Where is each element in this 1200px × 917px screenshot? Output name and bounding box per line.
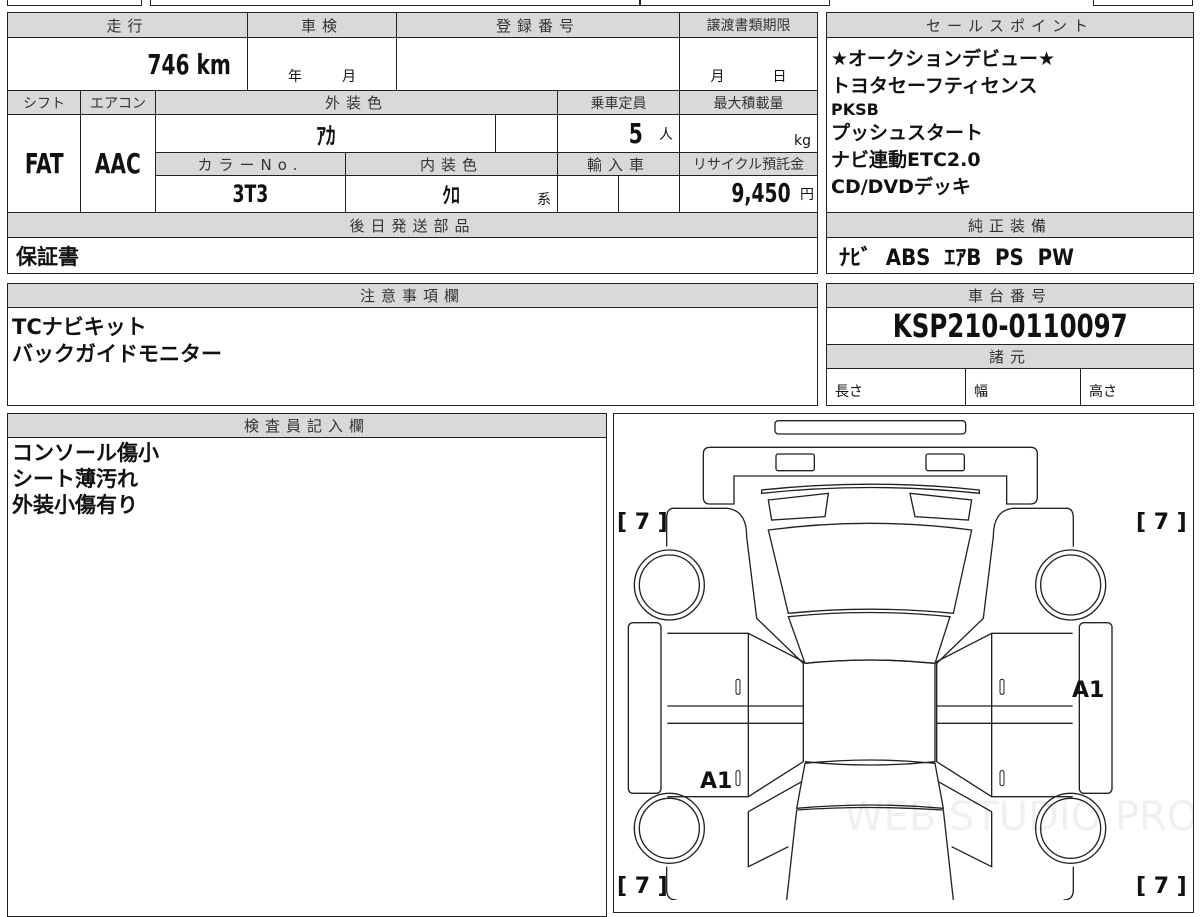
registration-value: [396, 37, 680, 91]
exterior-color-label: 外装色: [155, 90, 558, 115]
inspector-notes: コンソール傷小 シート薄汚れ 外装小傷有り: [7, 437, 607, 917]
notes-label: 注意事項欄: [7, 283, 818, 308]
month-unit: 月: [342, 69, 356, 85]
sales-point: プッシュスタート: [831, 122, 984, 144]
month-unit: 月: [710, 69, 725, 85]
length-cell: 長さ: [826, 368, 966, 406]
inspector-label: 検査員記入欄: [7, 413, 607, 438]
ac-text: AAC: [94, 147, 141, 180]
chassis-number: KSP210-0110097: [826, 307, 1194, 345]
day-unit: 日: [772, 69, 787, 85]
sales-point: ナビ連動ETC2.0: [831, 149, 981, 171]
recycle-value: 9,450 円: [679, 175, 818, 213]
sales-point: CD/DVDデッキ: [831, 176, 971, 198]
shift-value: FAT: [7, 114, 81, 213]
sales-points-label: セールスポイント: [826, 12, 1194, 38]
damage-mark-right-front-door: A1: [1072, 678, 1105, 703]
ac-value: AAC: [80, 114, 156, 213]
recycle-label: リサイクル預託金: [679, 152, 818, 176]
note-item: TCナビキット: [12, 315, 147, 339]
yen-unit: 円: [800, 187, 814, 203]
color-no-value: 3T3: [155, 175, 346, 213]
inspector-item: 外装小傷有り: [12, 493, 138, 517]
later-parts-label: 後日発送部品: [7, 212, 818, 238]
damage-mark-left-rear-door: A1: [700, 769, 733, 794]
inspector-item: シート薄汚れ: [12, 467, 138, 491]
top-cell: [640, 0, 830, 6]
top-cell: [150, 0, 640, 6]
tire-tread-rear-left: [ 7 ]: [617, 874, 668, 899]
max-load-value: kg: [679, 114, 818, 153]
ac-label: エアコン: [80, 90, 156, 115]
interior-color-label: 内装色: [345, 152, 558, 176]
exterior-color-extra: [495, 114, 558, 153]
transfer-deadline-label: 譲渡書類期限: [679, 12, 818, 38]
capacity-unit: 人: [659, 126, 673, 143]
interior-color-text: ｸﾛ: [442, 184, 461, 209]
color-suffix: 系: [537, 192, 551, 208]
sales-point: PKSB: [831, 100, 879, 119]
top-cell: [7, 0, 142, 6]
notes-list: TCナビキット バックガイドモニター: [7, 307, 818, 406]
sales-points-list: ★オークションデビュー★ トヨタセーフティセンス PKSB プッシュスタート ナ…: [826, 37, 1194, 213]
specs-label: 諸元: [826, 344, 1194, 369]
capacity-value: 5人: [557, 114, 680, 153]
exterior-color-value: ｱｶ: [155, 114, 496, 153]
capacity-label: 乗車定員: [557, 90, 680, 115]
chassis-label: 車台番号: [826, 283, 1194, 308]
transfer-deadline-value: 月日: [679, 37, 818, 91]
car-diagram: [ 7 ] [ 7 ] [ 7 ] [ 7 ] A1 A1 WEB STUDIO…: [613, 413, 1194, 913]
top-cell: [1093, 0, 1193, 6]
import-value-2: [618, 175, 680, 213]
standard-equipment-label: 純正装備: [826, 212, 1194, 238]
sales-point: ★オークションデビュー★: [831, 48, 1056, 70]
mileage-value: 746 km: [7, 37, 248, 91]
height-cell: 高さ: [1080, 368, 1194, 406]
year-unit: 年: [288, 69, 302, 85]
registration-label: 登録番号: [396, 12, 680, 38]
capacity-number: 5: [629, 117, 644, 150]
standard-equipment-value: ﾅﾋﾞ ABS ｴｱB PS PW: [826, 237, 1194, 274]
kg-unit: kg: [794, 133, 811, 149]
shift-label: シフト: [7, 90, 81, 115]
sales-point: トヨタセーフティセンス: [831, 75, 1038, 97]
max-load-label: 最大積載量: [679, 90, 818, 115]
shift-text: FAT: [24, 147, 64, 180]
inspection-value: 年月: [247, 37, 397, 91]
mileage-text: 746 km: [147, 47, 231, 81]
import-value: [557, 175, 619, 213]
color-no-label: カラーNo.: [155, 152, 346, 176]
inspection-label: 車検: [247, 12, 397, 38]
width-cell: 幅: [965, 368, 1081, 406]
color-no-text: 3T3: [232, 180, 269, 208]
tire-tread-front-right: [ 7 ]: [1136, 510, 1187, 535]
interior-color-value: ｸﾛ 系: [345, 175, 558, 213]
watermark: WEB STUDIO PRO: [844, 794, 1194, 840]
tire-tread-front-left: [ 7 ]: [617, 510, 668, 535]
note-item: バックガイドモニター: [12, 342, 222, 366]
later-parts-value: 保証書: [7, 237, 818, 274]
exterior-color-text: ｱｶ: [315, 122, 336, 150]
recycle-amount: 9,450: [731, 179, 791, 209]
import-label: 輸入車: [557, 152, 680, 176]
mileage-label: 走行: [7, 12, 248, 38]
inspector-item: コンソール傷小: [12, 441, 159, 465]
chassis-number-text: KSP210-0110097: [892, 307, 1128, 345]
tire-tread-rear-right: [ 7 ]: [1136, 874, 1187, 899]
